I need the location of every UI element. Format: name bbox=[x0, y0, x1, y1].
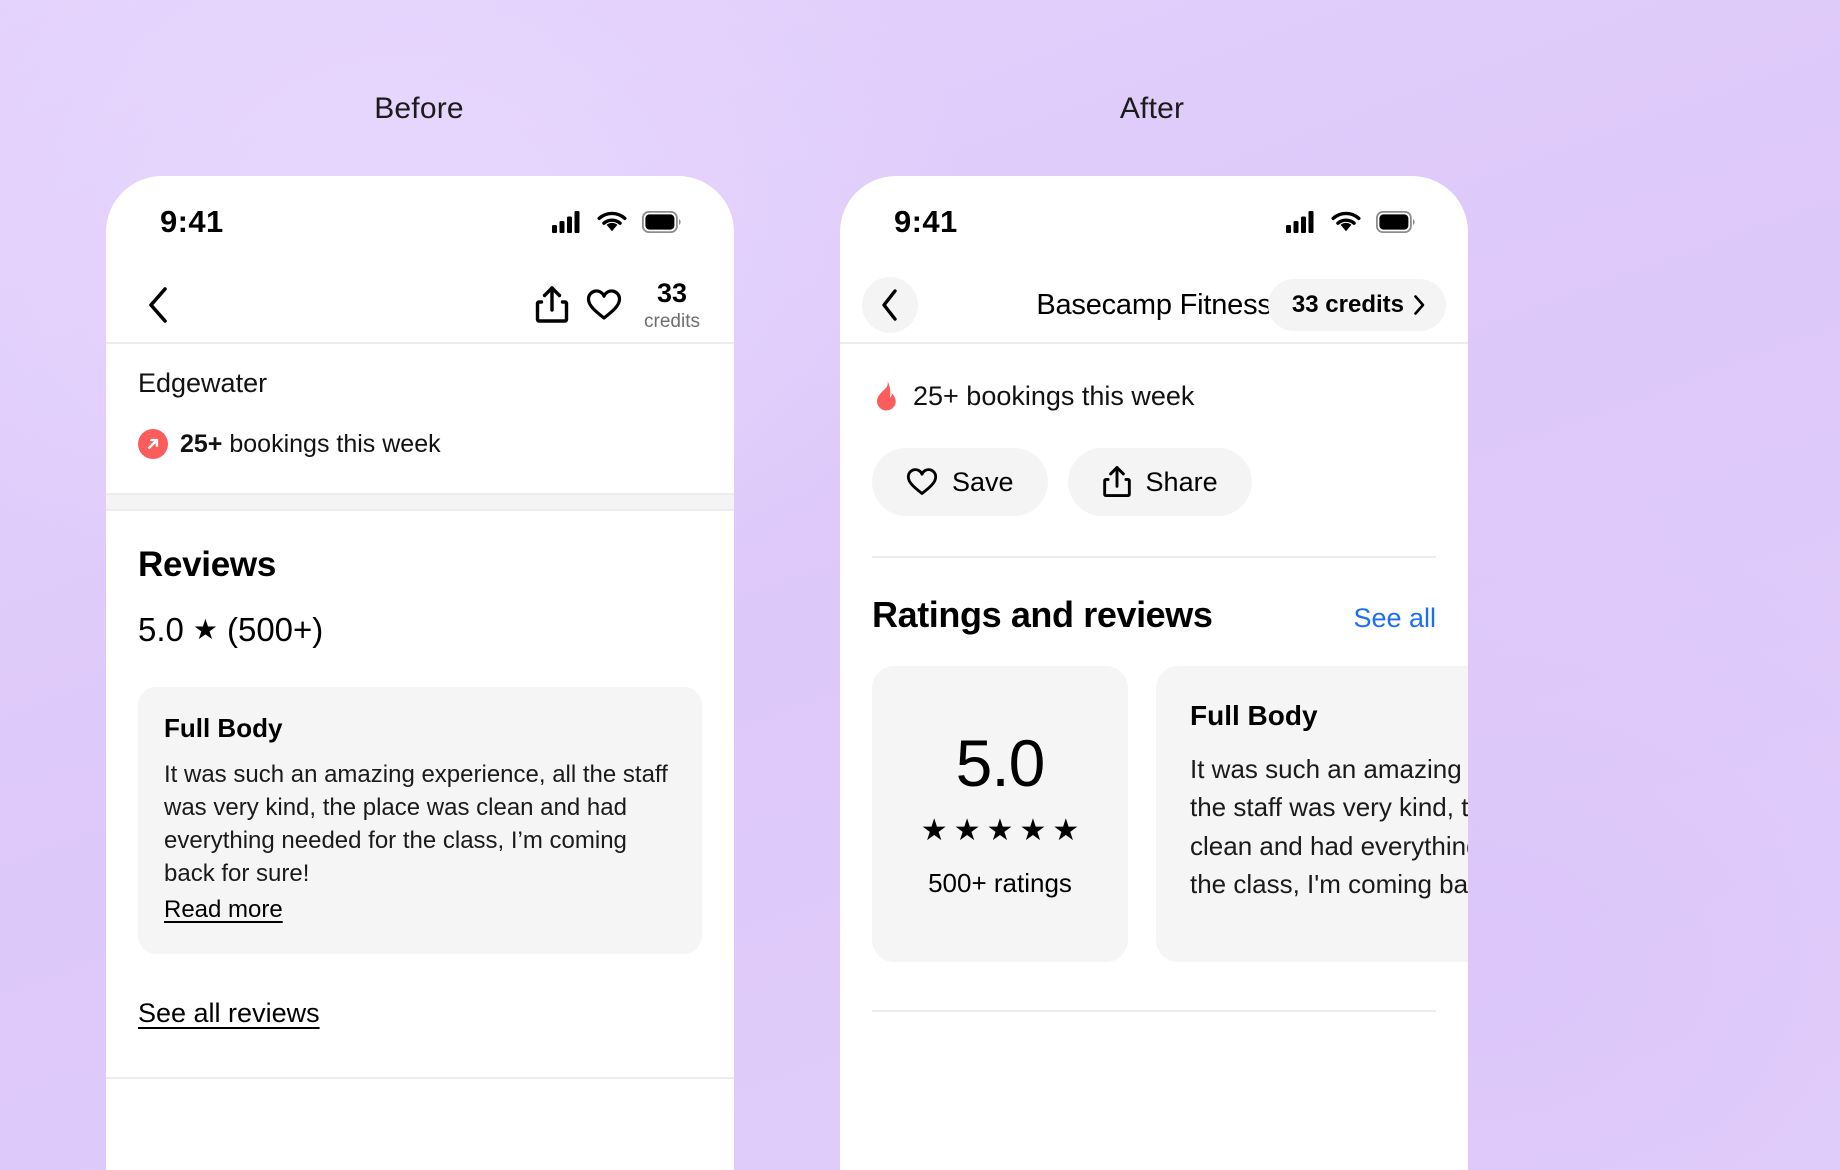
status-indicators bbox=[1286, 211, 1416, 233]
battery-icon bbox=[1376, 211, 1415, 233]
comparison-labels: Before After bbox=[0, 0, 1840, 170]
bookings-badge-row: 25+ bookings this week bbox=[106, 399, 734, 459]
share-icon bbox=[1102, 466, 1131, 498]
star-filled-icon: ★ bbox=[920, 813, 948, 847]
rating-score-card: 5.0 ★ ★ ★ ★ ★ 500+ ratings bbox=[872, 666, 1128, 962]
wifi-icon bbox=[1331, 211, 1361, 232]
reviews-carousel[interactable]: 5.0 ★ ★ ★ ★ ★ 500+ ratings Full Body It … bbox=[840, 636, 1468, 962]
favorite-button[interactable] bbox=[578, 279, 630, 331]
bookings-text: 25+ bookings this week bbox=[180, 430, 441, 459]
chevron-left-icon bbox=[882, 289, 897, 321]
star-filled-icon: ★ bbox=[986, 813, 1014, 847]
cellular-signal-icon bbox=[1286, 211, 1314, 233]
credits-indicator[interactable]: 33 credits bbox=[644, 277, 700, 332]
bottom-divider bbox=[872, 1010, 1436, 1012]
bottom-divider bbox=[106, 1077, 734, 1080]
ratings-section-title: Ratings and reviews bbox=[872, 594, 1213, 635]
back-button[interactable] bbox=[862, 277, 918, 333]
share-button[interactable] bbox=[526, 279, 578, 331]
read-more-link[interactable]: Read more bbox=[164, 896, 283, 924]
wifi-icon bbox=[597, 211, 627, 232]
rating-count: (500+) bbox=[226, 611, 324, 648]
status-indicators bbox=[552, 211, 682, 233]
after-label: After bbox=[1119, 92, 1185, 125]
status-time: 9:41 bbox=[160, 204, 224, 239]
star-rating: ★ ★ ★ ★ ★ bbox=[920, 813, 1080, 847]
bookings-suffix: bookings this week bbox=[229, 429, 441, 458]
trending-up-arrow-icon bbox=[138, 429, 168, 459]
chevron-right-icon bbox=[1414, 295, 1425, 315]
share-button-label: Share bbox=[1145, 466, 1218, 497]
before-label: Before bbox=[374, 92, 464, 125]
rating-summary: 5.0 ★ (500+) bbox=[106, 585, 734, 649]
bookings-text: 25+ bookings this week bbox=[913, 380, 1195, 411]
back-button[interactable] bbox=[132, 279, 184, 331]
rating-score: 5.0 bbox=[138, 611, 184, 648]
after-status-bar: 9:41 bbox=[840, 176, 1468, 268]
review-card[interactable]: Full Body It was such an amazing expe th… bbox=[1156, 666, 1468, 962]
heart-icon bbox=[906, 468, 938, 495]
save-button-label: Save bbox=[952, 466, 1014, 497]
see-all-reviews-link[interactable]: See all reviews bbox=[138, 998, 320, 1029]
ratings-section-header: Ratings and reviews See all bbox=[840, 558, 1468, 636]
bookings-badge-row: 25+ bookings this week bbox=[840, 344, 1468, 412]
status-time: 9:41 bbox=[894, 204, 958, 239]
review-body-text: It was such an amazing expe the staff wa… bbox=[1190, 754, 1468, 900]
after-phone-mockup: 9:41 Basecamp Fitness 33 credits 25+ boo… bbox=[840, 176, 1468, 1170]
share-button[interactable]: Share bbox=[1067, 448, 1252, 516]
reviews-section-title: Reviews bbox=[138, 545, 276, 584]
ratings-count-label: 500+ ratings bbox=[928, 867, 1072, 898]
before-nav-bar: 33 credits bbox=[106, 268, 734, 344]
after-content: 25+ bookings this week Save Share Rating… bbox=[840, 344, 1468, 1012]
section-divider bbox=[106, 493, 734, 511]
save-button[interactable]: Save bbox=[872, 448, 1048, 516]
review-card[interactable]: Full Body It was such an amazing experie… bbox=[138, 687, 702, 955]
star-filled-icon: ★ bbox=[1019, 813, 1047, 847]
before-content: Edgewater 25+ bookings this week Reviews… bbox=[106, 344, 734, 1080]
review-class-title: Full Body bbox=[1190, 700, 1318, 731]
chevron-left-icon bbox=[149, 287, 167, 323]
before-status-bar: 9:41 bbox=[106, 176, 734, 268]
review-body-text: It was such an amazing experience, all t… bbox=[164, 761, 668, 888]
flame-icon bbox=[872, 380, 900, 412]
star-filled-icon: ★ bbox=[1052, 813, 1080, 847]
star-filled-icon: ★ bbox=[953, 813, 981, 847]
rating-score: 5.0 bbox=[955, 725, 1046, 800]
bookings-count: 25+ bbox=[180, 429, 223, 458]
review-class-title: Full Body bbox=[164, 713, 283, 743]
credits-pill-button[interactable]: 33 credits bbox=[1267, 279, 1446, 331]
after-nav-bar: Basecamp Fitness 33 credits bbox=[840, 268, 1468, 344]
action-buttons-row: Save Share bbox=[840, 412, 1468, 516]
heart-icon bbox=[586, 289, 622, 320]
battery-icon bbox=[642, 211, 681, 233]
before-phone-mockup: 9:41 33 credits Edgewater 25+ bookings t… bbox=[106, 176, 734, 1170]
credits-label: credits bbox=[644, 310, 700, 332]
credits-pill-label: 33 credits bbox=[1291, 291, 1404, 318]
share-icon bbox=[535, 286, 569, 323]
see-all-link[interactable]: See all bbox=[1353, 603, 1436, 634]
star-filled-icon: ★ bbox=[192, 614, 218, 645]
cellular-signal-icon bbox=[552, 211, 580, 233]
neighborhood-text: Edgewater bbox=[138, 368, 268, 398]
credits-value: 33 bbox=[656, 277, 688, 308]
